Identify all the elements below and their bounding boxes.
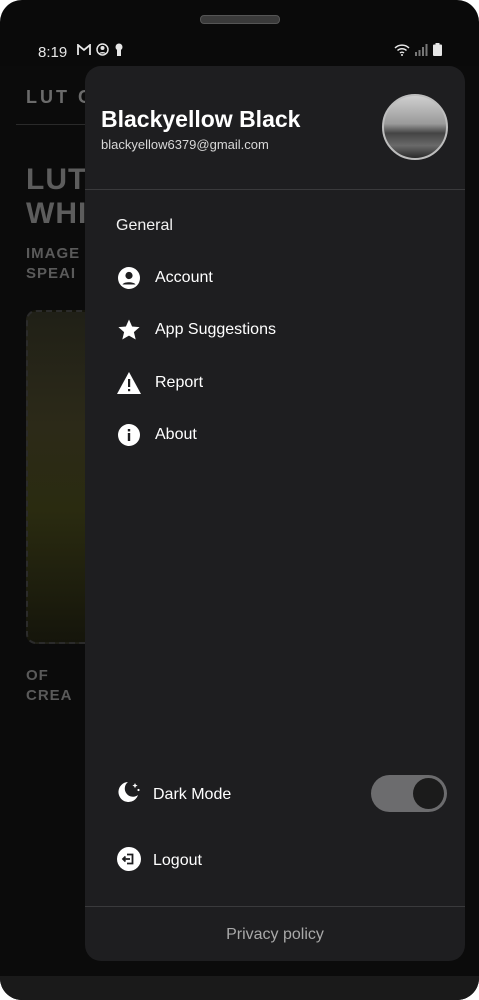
wifi-icon	[394, 43, 410, 60]
warning-icon	[116, 370, 142, 396]
logout-button[interactable]: Logout	[116, 844, 202, 878]
logout-icon	[116, 846, 142, 877]
phone-frame: 8:19 LUT G LUTS WHI IMAGE SPEAI OF CREA …	[0, 0, 479, 1000]
header-divider	[85, 189, 465, 190]
status-time: 8:19	[38, 44, 68, 61]
star-icon	[116, 317, 142, 343]
menu-item-about-label: About	[155, 426, 197, 443]
background-bottom-line1: OF	[26, 667, 49, 684]
gmail-icon	[77, 43, 91, 60]
system-nav-bar	[0, 976, 479, 1000]
background-bottom-text: OF CREA	[26, 666, 73, 706]
logout-label: Logout	[153, 852, 202, 869]
menu-item-about[interactable]: About	[116, 419, 197, 451]
status-bar: 8:19	[0, 38, 479, 66]
dark-mode-row: Dark Mode	[116, 778, 231, 812]
dark-mode-label: Dark Mode	[153, 786, 232, 803]
signal-icon	[415, 43, 428, 60]
info-icon	[116, 422, 142, 448]
background-subtitle: IMAGE SPEAI	[26, 244, 80, 284]
privacy-policy-link[interactable]: Privacy policy	[85, 926, 465, 944]
navigation-drawer: Blackyellow Black blackyellow6379@gmail.…	[85, 66, 465, 961]
background-subtitle-line1: IMAGE	[26, 245, 81, 262]
moon-stars-icon	[116, 780, 142, 811]
user-email: blackyellow6379@gmail.com	[101, 137, 269, 152]
avatar[interactable]	[382, 94, 448, 160]
menu-item-account-label: Account	[155, 269, 213, 286]
section-title-general: General	[116, 217, 173, 234]
background-subtitle-line2: SPEAI	[26, 265, 77, 282]
footer-divider	[85, 906, 465, 907]
earpiece-speaker	[200, 15, 280, 24]
background-divider	[16, 124, 86, 125]
menu-item-app-suggestions[interactable]: App Suggestions	[116, 314, 276, 346]
menu-item-report[interactable]: Report	[116, 367, 203, 399]
account-icon	[116, 265, 142, 291]
background-bottom-line2: CREA	[26, 687, 73, 704]
account-circle-icon	[96, 43, 109, 60]
menu-item-report-label: Report	[155, 374, 204, 391]
menu-item-account[interactable]: Account	[116, 262, 213, 294]
menu-item-app-suggestions-label: App Suggestions	[155, 321, 276, 338]
user-name: Blackyellow Black	[101, 106, 301, 132]
toggle-knob	[413, 778, 444, 809]
battery-icon	[433, 43, 442, 60]
dark-mode-toggle[interactable]	[371, 775, 447, 812]
keyhole-icon	[114, 43, 124, 60]
